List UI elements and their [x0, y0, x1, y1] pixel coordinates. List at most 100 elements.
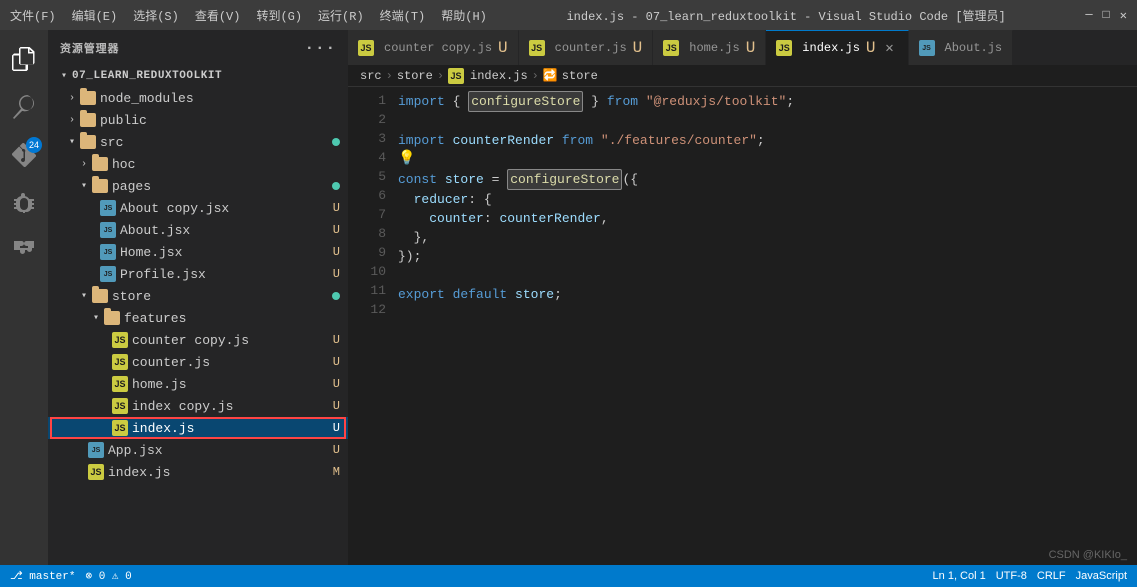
- jsx-file-icon: JS: [100, 266, 116, 282]
- chevron-right-icon: ›: [64, 90, 80, 106]
- menu-run[interactable]: 运行(R): [318, 7, 364, 24]
- modified-badge: U: [333, 333, 340, 347]
- js-file-icon: JS: [88, 464, 104, 480]
- modified-badge: U: [333, 399, 340, 413]
- jsx-file-icon: JS: [919, 40, 935, 56]
- breadcrumb-indexjs[interactable]: index.js: [470, 69, 528, 83]
- tree-about-jsx[interactable]: JS About.jsx U: [48, 219, 348, 241]
- tab-counter-copy-js[interactable]: JS counter copy.js U: [348, 30, 519, 65]
- errors-count[interactable]: ⊗ 0 ⚠ 0: [85, 569, 131, 583]
- tree-public[interactable]: › public: [48, 109, 348, 131]
- code-line-7: counter : counterRender ,: [398, 209, 1137, 228]
- menu-terminal[interactable]: 终端(T): [380, 7, 426, 24]
- tree-index-js-active[interactable]: JS index.js U: [48, 417, 348, 439]
- tree-store[interactable]: ▾ store: [48, 285, 348, 307]
- js-file-icon: JS: [112, 420, 128, 436]
- tree-item-label: App.jsx: [108, 443, 163, 458]
- chevron-down-icon: ▾: [56, 68, 72, 84]
- tree-home-js[interactable]: JS home.js U: [48, 373, 348, 395]
- code-content[interactable]: import { configureStore } from "@reduxjs…: [398, 91, 1137, 565]
- breadcrumb-store[interactable]: store: [397, 69, 433, 83]
- tab-bar: JS counter copy.js U JS counter.js U JS …: [348, 30, 1137, 65]
- tab-label: counter.js: [555, 41, 627, 55]
- tree-features[interactable]: ▾ features: [48, 307, 348, 329]
- code-line-5: const store = configureStore ({: [398, 169, 1137, 190]
- tree-item-label: home.js: [132, 377, 187, 392]
- js-file-icon: JS: [112, 354, 128, 370]
- language-mode[interactable]: JavaScript: [1076, 570, 1127, 582]
- tab-index-js[interactable]: JS index.js U ✕: [766, 30, 908, 65]
- menu-goto[interactable]: 转到(G): [256, 7, 302, 24]
- menu-edit[interactable]: 编辑(E): [72, 7, 118, 24]
- maximize-button[interactable]: □: [1103, 8, 1110, 23]
- chevron-down-icon: ▾: [76, 178, 92, 194]
- tab-modified-indicator: U: [746, 39, 756, 57]
- lightbulb-icon: 💡: [398, 150, 415, 169]
- tree-src[interactable]: ▾ src: [48, 131, 348, 153]
- git-branch[interactable]: ⎇ master*: [10, 569, 75, 583]
- menu-help[interactable]: 帮助(H): [441, 7, 487, 24]
- tree-pages[interactable]: ▾ pages: [48, 175, 348, 197]
- tree-item-label: Home.jsx: [120, 245, 182, 260]
- tree-item-label: index.js: [108, 465, 170, 480]
- tree-item-label: About copy.jsx: [120, 201, 229, 216]
- tree-node-modules[interactable]: › node_modules: [48, 87, 348, 109]
- js-file-icon: JS: [776, 40, 792, 56]
- menu-bar[interactable]: 文件(F) 编辑(E) 选择(S) 查看(V) 转到(G) 运行(R) 终端(T…: [10, 7, 487, 24]
- tree-hoc[interactable]: › hoc: [48, 153, 348, 175]
- activity-extensions[interactable]: [0, 227, 48, 275]
- folder-icon: [104, 311, 120, 325]
- activity-git[interactable]: 24: [0, 131, 48, 179]
- activity-debug[interactable]: [0, 179, 48, 227]
- breadcrumb-src[interactable]: src: [360, 69, 382, 83]
- tree-profile-jsx[interactable]: JS Profile.jsx U: [48, 263, 348, 285]
- modified-badge: U: [333, 201, 340, 215]
- code-line-6: reducer : {: [398, 190, 1137, 209]
- code-line-11: export default store ;: [398, 285, 1137, 304]
- tree-index-js-src[interactable]: JS index.js M: [48, 461, 348, 483]
- line-ending: CRLF: [1037, 570, 1066, 582]
- code-line-2: [398, 112, 1137, 131]
- menu-file[interactable]: 文件(F): [10, 7, 56, 24]
- tree-item-label: counter copy.js: [132, 333, 249, 348]
- selection-box: [50, 417, 346, 439]
- menu-select[interactable]: 选择(S): [133, 7, 179, 24]
- tab-about-js[interactable]: JS About.js: [909, 30, 1014, 65]
- breadcrumb: src › store › JS index.js › 🔁 store: [348, 65, 1137, 87]
- js-file-icon: JS: [112, 376, 128, 392]
- tree-about-copy-jsx[interactable]: JS About copy.jsx U: [48, 197, 348, 219]
- tab-counter-js[interactable]: JS counter.js U: [519, 30, 654, 65]
- tree-counter-js[interactable]: JS counter.js U: [48, 351, 348, 373]
- highlight-configureStore2: configureStore: [507, 169, 622, 190]
- modified-dot: [332, 292, 340, 300]
- tree-home-jsx[interactable]: JS Home.jsx U: [48, 241, 348, 263]
- tree-item-label: node_modules: [100, 91, 194, 106]
- activity-explorer[interactable]: [0, 35, 48, 83]
- code-editor: 1 2 3 4 5 6 7 8 9 10 11 12 import { conf…: [348, 87, 1137, 565]
- js-file-icon: JS: [112, 398, 128, 414]
- tree-project-root[interactable]: ▾ 07_LEARN_REDUXTOOLKIT: [48, 65, 348, 87]
- tree-item-label: index.js: [132, 421, 194, 436]
- tree-item-label: counter.js: [132, 355, 210, 370]
- chevron-right-icon: ›: [64, 112, 80, 128]
- tree-app-jsx[interactable]: JS App.jsx U: [48, 439, 348, 461]
- close-button[interactable]: ✕: [1120, 8, 1127, 23]
- window-controls[interactable]: ─ □ ✕: [1085, 8, 1127, 23]
- tab-close-button[interactable]: ✕: [882, 40, 898, 56]
- tree-item-label: src: [100, 135, 123, 150]
- menu-view[interactable]: 查看(V): [195, 7, 241, 24]
- tab-home-js[interactable]: JS home.js U: [653, 30, 766, 65]
- tree-index-copy-js[interactable]: JS index copy.js U: [48, 395, 348, 417]
- code-line-8: },: [398, 228, 1137, 247]
- status-bar: ⎇ master* ⊗ 0 ⚠ 0 Ln 1, Col 1 UTF-8 CRLF…: [0, 565, 1137, 587]
- breadcrumb-symbol[interactable]: store: [562, 69, 598, 83]
- tree-item-label: store: [112, 289, 151, 304]
- editor-area: JS counter copy.js U JS counter.js U JS …: [348, 30, 1137, 565]
- minimize-button[interactable]: ─: [1085, 8, 1092, 23]
- sidebar-more-button[interactable]: ···: [305, 39, 336, 57]
- code-line-1: import { configureStore } from "@reduxjs…: [398, 91, 1137, 112]
- activity-search[interactable]: [0, 83, 48, 131]
- tree-item-label: public: [100, 113, 147, 128]
- file-tree: ▾ 07_LEARN_REDUXTOOLKIT › node_modules ›…: [48, 65, 348, 565]
- tree-counter-copy-js[interactable]: JS counter copy.js U: [48, 329, 348, 351]
